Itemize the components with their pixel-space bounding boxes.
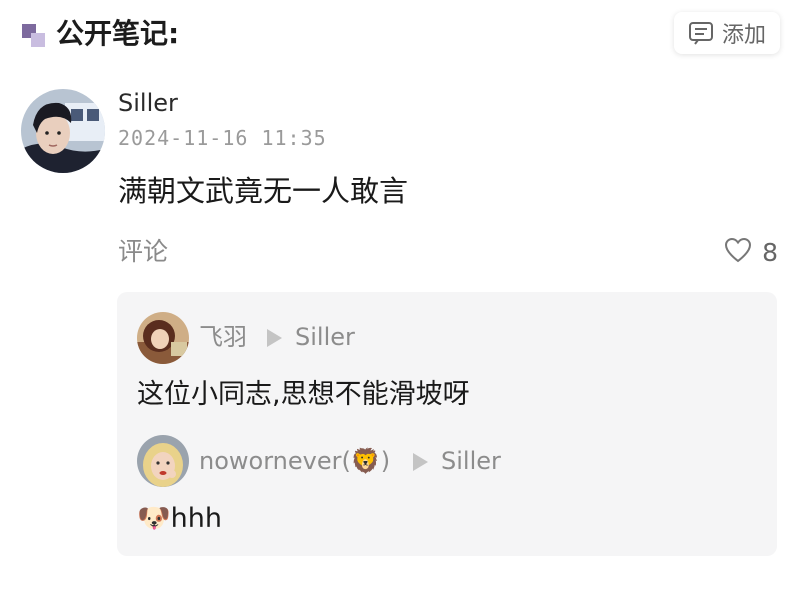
heart-outline-icon [724, 237, 752, 267]
author-avatar[interactable] [21, 89, 105, 173]
like-button[interactable]: 8 [724, 235, 778, 269]
reply-text: 🐶hhh [137, 503, 222, 534]
add-note-button[interactable]: 添加 [674, 12, 780, 54]
section-mark-icon [22, 24, 46, 48]
note-content: 满朝文武竟无一人敢言 [118, 174, 409, 208]
notes-section-header: 公开笔记: 添加 [20, 10, 780, 54]
section-title: 公开笔记: [56, 17, 180, 50]
reply-target-name[interactable]: Siller [441, 445, 501, 477]
add-note-label: 添加 [721, 23, 766, 48]
reply-user-name[interactable]: 飞羽 [199, 321, 247, 353]
replies-panel: 飞羽 Siller 这位小同志,思想不能滑坡呀 nowornever(🦁) Si… [117, 292, 777, 556]
reply-arrow-icon [267, 329, 282, 347]
note-timestamp: 2024-11-16 11:35 [118, 126, 327, 150]
reply-user-name[interactable]: nowornever(🦁) [199, 445, 390, 477]
reply-arrow-icon [413, 453, 428, 471]
like-count: 8 [762, 237, 778, 267]
reply-text: 这位小同志,思想不能滑坡呀 [137, 379, 470, 410]
reply-target-name[interactable]: Siller [295, 321, 355, 353]
author-name[interactable]: Siller [118, 88, 178, 118]
comment-button[interactable]: 评论 [118, 235, 168, 269]
reply-avatar[interactable] [137, 312, 189, 364]
reply-avatar[interactable] [137, 435, 189, 487]
note-edit-icon [688, 21, 714, 45]
